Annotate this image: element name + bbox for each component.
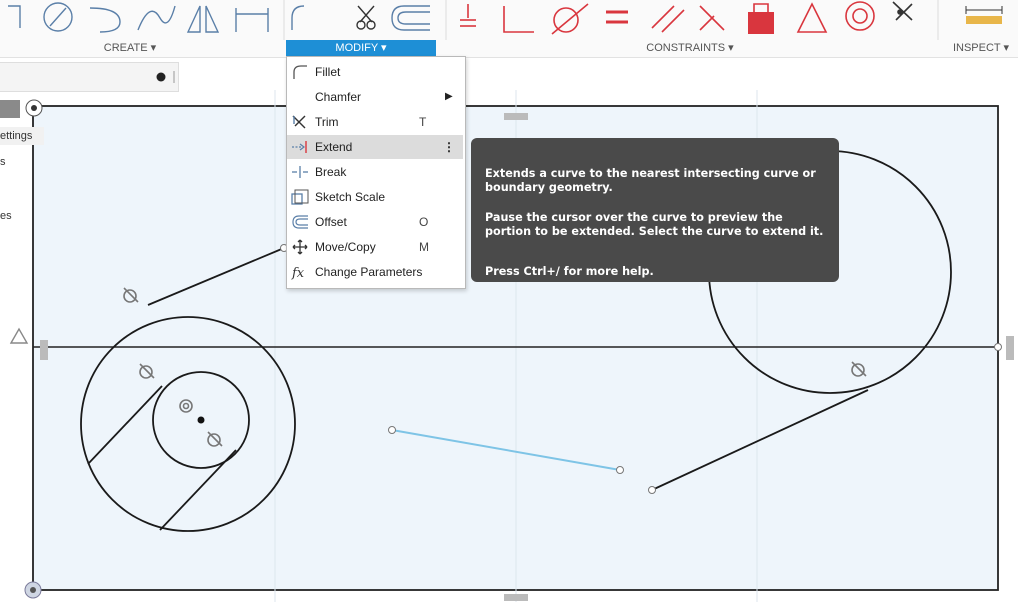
tangent-icon[interactable] bbox=[551, 3, 589, 35]
menu-item-trim[interactable]: Trim T bbox=[287, 110, 463, 134]
offset-tool-icon[interactable] bbox=[391, 5, 430, 31]
sketch-scale-icon bbox=[291, 189, 309, 205]
create-tools[interactable] bbox=[8, 2, 269, 33]
perpendicular-x-icon[interactable] bbox=[699, 5, 725, 31]
endpoint[interactable] bbox=[388, 426, 396, 434]
tooltip-help-hint: Press Ctrl+/ for more help. bbox=[485, 265, 654, 278]
svg-text:fx: fx bbox=[291, 266, 305, 280]
trim-icon bbox=[292, 115, 306, 129]
menu-item-label: Fillet bbox=[315, 65, 341, 79]
tooltip-description: Extends a curve to the nearest intersect… bbox=[485, 167, 816, 194]
sidebar-icon-strip bbox=[0, 98, 46, 120]
perpendicular-icon[interactable] bbox=[503, 6, 534, 33]
spline-tool-icon[interactable] bbox=[137, 5, 176, 31]
shortcut-key: T bbox=[419, 115, 427, 129]
menu-item-label: Change Parameters bbox=[315, 265, 423, 279]
constraint-tools[interactable] bbox=[460, 1, 913, 35]
modify-dropdown-menu: Fillet Chamfer ▶ Trim T Extend ⋮ Break S… bbox=[286, 56, 466, 289]
modify-menu-button[interactable]: MODIFY ▾ bbox=[286, 40, 436, 56]
dimension-marker-left bbox=[40, 340, 48, 360]
menu-item-label: Sketch Scale bbox=[315, 190, 386, 204]
coincident-icon[interactable] bbox=[460, 4, 476, 27]
fx-icon: fx bbox=[291, 266, 305, 280]
move-copy-icon bbox=[292, 239, 308, 255]
trim-tool-icon[interactable] bbox=[356, 5, 376, 30]
browser-search-bar[interactable] bbox=[0, 62, 179, 92]
sidebar-settings-label[interactable]: ettings bbox=[0, 127, 44, 145]
constraints-menu-button[interactable]: CONSTRAINTS ▾ bbox=[600, 40, 780, 56]
menu-item-label: Extend bbox=[315, 140, 353, 154]
menu-item-offset[interactable]: Offset O bbox=[287, 210, 463, 234]
sidebar-block-icon[interactable] bbox=[0, 100, 20, 118]
inspect-menu-button[interactable]: INSPECT ▾ bbox=[944, 40, 1018, 56]
create-menu-button[interactable]: CREATE ▾ bbox=[60, 40, 200, 56]
offset-icon bbox=[292, 215, 308, 229]
menu-item-label: Break bbox=[315, 165, 347, 179]
shortcut-key: M bbox=[419, 240, 429, 254]
menu-item-move-copy[interactable]: Move/Copy M bbox=[287, 235, 463, 259]
line-tool-icon[interactable] bbox=[8, 5, 21, 28]
break-icon bbox=[292, 166, 308, 178]
toolbar-icons bbox=[8, 0, 1003, 40]
menu-item-label: Chamfer bbox=[315, 90, 362, 104]
origin-center bbox=[30, 587, 36, 593]
browser-controls bbox=[156, 71, 175, 83]
extend-icon bbox=[292, 141, 307, 153]
extend-tooltip: Extends a curve to the nearest intersect… bbox=[471, 138, 839, 282]
endpoint[interactable] bbox=[994, 343, 1002, 351]
dimension-marker-bottom bbox=[504, 594, 528, 601]
menu-item-label: Offset bbox=[315, 215, 347, 229]
menu-item-extend[interactable]: Extend ⋮ bbox=[287, 135, 463, 159]
dimension-tool-icon[interactable] bbox=[235, 8, 269, 32]
options-icon[interactable] bbox=[156, 72, 166, 82]
tooltip-instructions: Pause the cursor over the curve to previ… bbox=[485, 211, 824, 238]
measure-icon[interactable] bbox=[965, 6, 1003, 24]
fix-lock-icon[interactable] bbox=[748, 3, 774, 34]
menu-item-label: Move/Copy bbox=[315, 240, 376, 254]
menu-item-break[interactable]: Break bbox=[287, 160, 463, 184]
mirror-tool-icon[interactable] bbox=[186, 5, 220, 33]
endpoint[interactable] bbox=[616, 466, 624, 474]
more-options-icon[interactable]: ⋮ bbox=[443, 135, 455, 159]
menu-item-change-parameters[interactable]: fx Change Parameters bbox=[287, 260, 463, 284]
sidebar-item-es[interactable]: es bbox=[0, 207, 18, 225]
sidebar-item-s[interactable]: s bbox=[0, 153, 18, 171]
shortcut-key: O bbox=[419, 215, 429, 229]
submenu-arrow-icon: ▶ bbox=[445, 91, 453, 102]
fillet-tool-icon[interactable] bbox=[291, 5, 305, 30]
menu-item-chamfer[interactable]: Chamfer ▶ bbox=[287, 85, 463, 109]
menu-item-label: Trim bbox=[315, 115, 339, 129]
parallel-icon[interactable] bbox=[651, 5, 685, 33]
origin-triangle-icon bbox=[9, 327, 29, 344]
arc-tool-icon[interactable] bbox=[89, 7, 121, 33]
midpoint-icon[interactable] bbox=[892, 1, 913, 21]
fillet-icon bbox=[293, 65, 307, 79]
center-point[interactable] bbox=[197, 416, 205, 424]
visibility-radio-icon[interactable] bbox=[24, 98, 44, 118]
menu-item-fillet[interactable]: Fillet bbox=[287, 60, 463, 84]
equal-icon[interactable] bbox=[606, 10, 628, 24]
dimension-marker-right bbox=[1006, 336, 1014, 360]
endpoint[interactable] bbox=[648, 486, 656, 494]
triangle-constraint-icon[interactable] bbox=[796, 2, 828, 33]
dimension-marker-top bbox=[504, 113, 528, 120]
menu-item-sketch-scale[interactable]: Sketch Scale bbox=[287, 185, 463, 209]
toolbar: CREATE ▾ MODIFY ▾ CONSTRAINTS ▾ INSPECT … bbox=[0, 0, 1018, 58]
modify-tools[interactable] bbox=[291, 5, 430, 31]
concentric-icon[interactable] bbox=[845, 1, 875, 31]
